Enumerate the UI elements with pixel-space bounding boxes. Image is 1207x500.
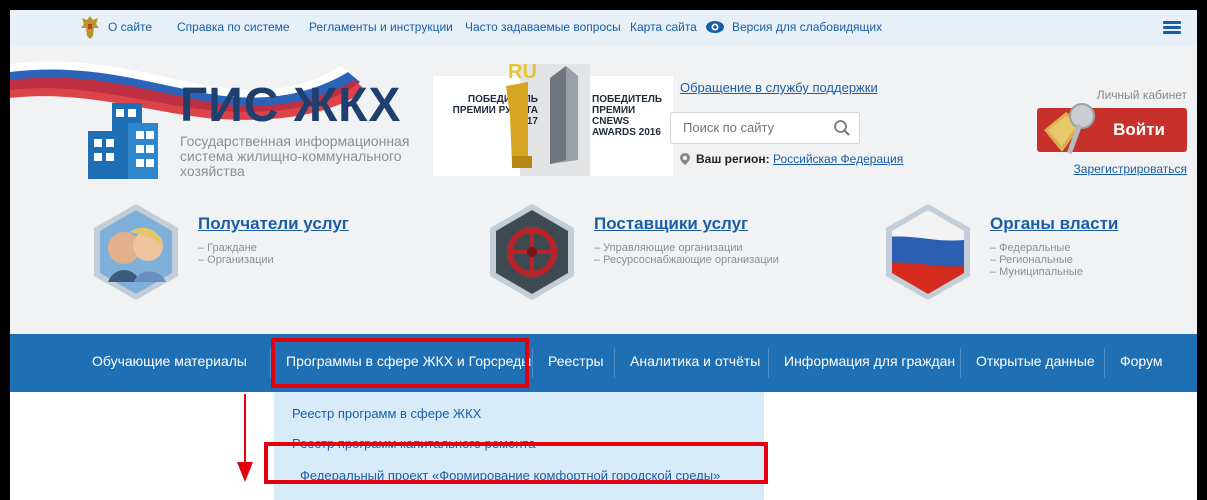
award-cnews-text: ПОБЕДИТЕЛЬ ПРЕМИИ CNEWS AWARDS 2016 bbox=[592, 94, 663, 138]
logo-title[interactable]: ГИС ЖКХ bbox=[180, 82, 401, 130]
region-value-link[interactable]: Российская Федерация bbox=[773, 152, 903, 166]
nav-separator bbox=[1104, 348, 1105, 378]
search-icon[interactable] bbox=[833, 119, 851, 137]
nav-item-training[interactable]: Обучающие материалы bbox=[92, 353, 247, 369]
top-bar: О сайте Справка по системе Регламенты и … bbox=[10, 10, 1197, 46]
region-label: Ваш регион: bbox=[696, 152, 770, 166]
eye-icon[interactable] bbox=[705, 18, 725, 36]
topbar-link-sitemap[interactable]: Карта сайта bbox=[630, 20, 697, 34]
nav-item-registries[interactable]: Реестры bbox=[548, 353, 604, 369]
category-authorities-items: – Федеральные – Региональные – Муниципал… bbox=[990, 242, 1083, 278]
site-header: ГИС ЖКХ Государственная информационная с… bbox=[10, 46, 1197, 188]
topbar-link-faq[interactable]: Часто задаваемые вопросы bbox=[465, 20, 621, 34]
category-providers-title[interactable]: Поставщики услуг bbox=[594, 214, 748, 234]
search-box[interactable] bbox=[670, 112, 860, 144]
category-authorities-title[interactable]: Органы власти bbox=[990, 214, 1118, 234]
providers-photo bbox=[490, 204, 574, 300]
award-trophy-icon: RU bbox=[506, 61, 578, 168]
category-item[interactable]: – Ресурсоснабжающие организации bbox=[594, 254, 779, 266]
nav-item-open-data[interactable]: Открытые данные bbox=[976, 353, 1095, 369]
support-link[interactable]: Обращение в службу поддержки bbox=[680, 80, 878, 95]
category-recipients-title[interactable]: Получатели услуг bbox=[198, 214, 349, 234]
topbar-link-help[interactable]: Справка по системе bbox=[177, 20, 290, 34]
nav-item-analytics[interactable]: Аналитика и отчёты bbox=[630, 353, 760, 369]
logo-subtitle: Государственная информационная система ж… bbox=[180, 133, 410, 179]
nav-item-citizen-info[interactable]: Информация для граждан bbox=[784, 353, 955, 369]
category-recipients-items: – Граждане – Организации bbox=[198, 242, 274, 266]
highlight-urban-environment bbox=[264, 442, 768, 484]
ru-badge: RU bbox=[508, 61, 537, 83]
personal-cabinet-label: Личный кабинет bbox=[1096, 88, 1187, 102]
annotation-arrow-down bbox=[237, 394, 253, 482]
nav-separator bbox=[614, 348, 615, 378]
coat-of-arms-icon bbox=[81, 16, 99, 39]
location-pin-icon bbox=[680, 153, 690, 165]
register-link[interactable]: Зарегистрироваться bbox=[1074, 162, 1187, 176]
login-button-label: Войти bbox=[1113, 120, 1165, 139]
nav-item-forum[interactable]: Форум bbox=[1120, 353, 1163, 369]
category-item[interactable]: – Федеральные bbox=[990, 242, 1083, 254]
topbar-link-about[interactable]: О сайте bbox=[108, 20, 152, 34]
nav-separator bbox=[768, 348, 769, 378]
authorities-flag-photo bbox=[886, 204, 970, 300]
nav-separator bbox=[532, 348, 533, 378]
hamburger-menu-icon[interactable] bbox=[1163, 21, 1181, 35]
category-item[interactable]: – Организации bbox=[198, 254, 274, 266]
topbar-link-regulations[interactable]: Регламенты и инструкции bbox=[309, 20, 453, 34]
search-input[interactable] bbox=[683, 120, 833, 135]
keys-icon bbox=[1044, 103, 1095, 155]
category-item[interactable]: – Граждане bbox=[198, 242, 274, 254]
category-item[interactable]: – Управляющие организации bbox=[594, 242, 779, 254]
page-frame: О сайте Справка по системе Регламенты и … bbox=[10, 10, 1197, 500]
highlight-nav-programs bbox=[271, 338, 529, 388]
main-navigation: Обучающие материалы Программы в сфере ЖК… bbox=[10, 334, 1197, 392]
category-item[interactable]: – Региональные bbox=[990, 254, 1083, 266]
topbar-link-accessibility[interactable]: Версия для слабовидящих bbox=[732, 20, 882, 34]
recipients-photo bbox=[94, 204, 178, 300]
category-providers-items: – Управляющие организации – Ресурсоснабж… bbox=[594, 242, 779, 266]
category-item[interactable]: – Муниципальные bbox=[990, 266, 1083, 278]
audience-categories: Получатели услуг – Граждане – Организаци… bbox=[10, 188, 1197, 334]
building-logo-icon bbox=[88, 103, 158, 179]
nav-separator bbox=[960, 348, 961, 378]
dropdown-item-housing-programs[interactable]: Реестр программ в сфере ЖКХ bbox=[292, 406, 481, 421]
region-selector: Ваш регион: Российская Федерация bbox=[680, 152, 903, 166]
